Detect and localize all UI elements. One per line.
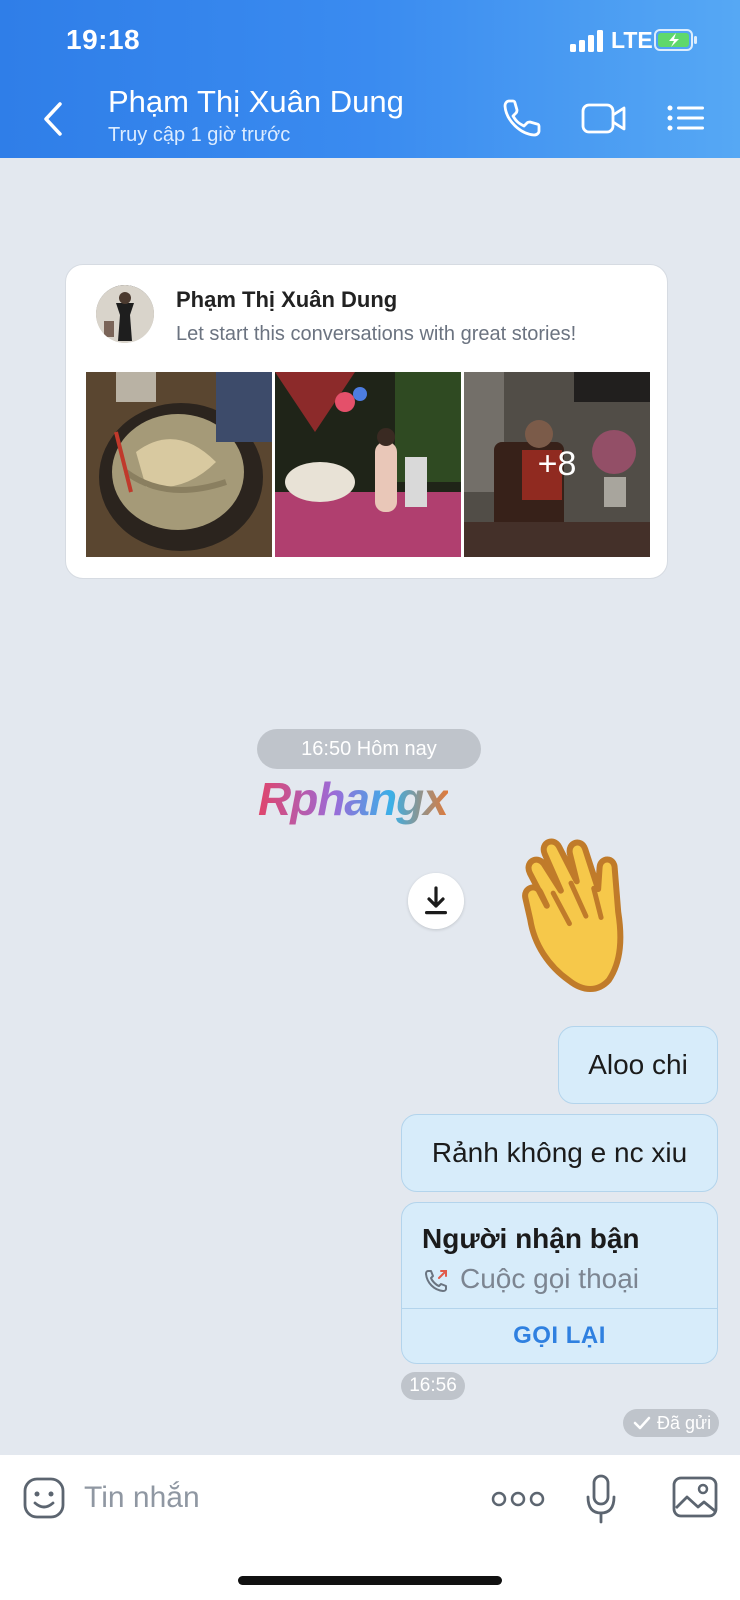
call-back-button[interactable]: GỌI LẠI: [402, 1308, 717, 1363]
waving-hand-sticker[interactable]: [508, 818, 688, 993]
status-time: 19:18: [66, 24, 141, 55]
last-seen: Truy cập 1 giờ trước: [108, 124, 291, 146]
story-thumbnail[interactable]: [86, 372, 272, 557]
network-label: LTE: [611, 27, 653, 53]
message-bubble[interactable]: Aloo chi: [558, 1026, 718, 1104]
more-stories-count[interactable]: +8: [464, 372, 650, 557]
video-call-icon[interactable]: [580, 96, 628, 140]
battery-icon: [654, 29, 697, 51]
image-gallery-icon[interactable]: [672, 1476, 718, 1518]
story-card[interactable]: Phạm Thị Xuân Dung Let start this conver…: [65, 264, 668, 579]
story-subtitle: Let start this conversations with great …: [176, 323, 577, 345]
signal-icon: [570, 30, 606, 52]
missed-call-card: Người nhận bận Cuộc gọi thoại GỌI LẠI: [401, 1202, 718, 1364]
call-type: Cuộc gọi thoại: [460, 1263, 640, 1294]
story-author: Phạm Thị Xuân Dung: [176, 287, 398, 312]
menu-icon[interactable]: [666, 96, 706, 140]
download-icon[interactable]: [408, 873, 464, 929]
watermark: Rphangx: [258, 773, 449, 825]
avatar[interactable]: [96, 285, 154, 343]
message-input[interactable]: [84, 1471, 464, 1525]
phone-icon[interactable]: [500, 96, 544, 140]
story-thumbnail[interactable]: +8: [464, 372, 650, 557]
story-thumbnail[interactable]: [275, 372, 461, 557]
date-divider: 16:50 Hôm nay: [257, 729, 481, 769]
message-time: 16:56: [401, 1372, 465, 1400]
emoji-icon[interactable]: [22, 1476, 66, 1520]
contact-name[interactable]: Phạm Thị Xuân Dung: [108, 84, 404, 120]
call-title: Người nhận bận: [422, 1223, 640, 1254]
sent-status-badge: Đã gửi: [623, 1409, 719, 1437]
outgoing-call-icon: [425, 1270, 447, 1292]
microphone-icon[interactable]: [584, 1473, 618, 1525]
check-icon: [633, 1416, 651, 1430]
message-bubble[interactable]: Rảnh không e nc xiu: [401, 1114, 718, 1192]
more-icon[interactable]: [490, 1489, 546, 1509]
home-indicator: [238, 1576, 502, 1585]
chat-header: 19:18 LTE Phạm Thị Xuân Dung Truy cập 1 …: [0, 0, 740, 158]
back-icon[interactable]: [36, 96, 72, 142]
sent-status-label: Đã gửi: [657, 1413, 712, 1433]
